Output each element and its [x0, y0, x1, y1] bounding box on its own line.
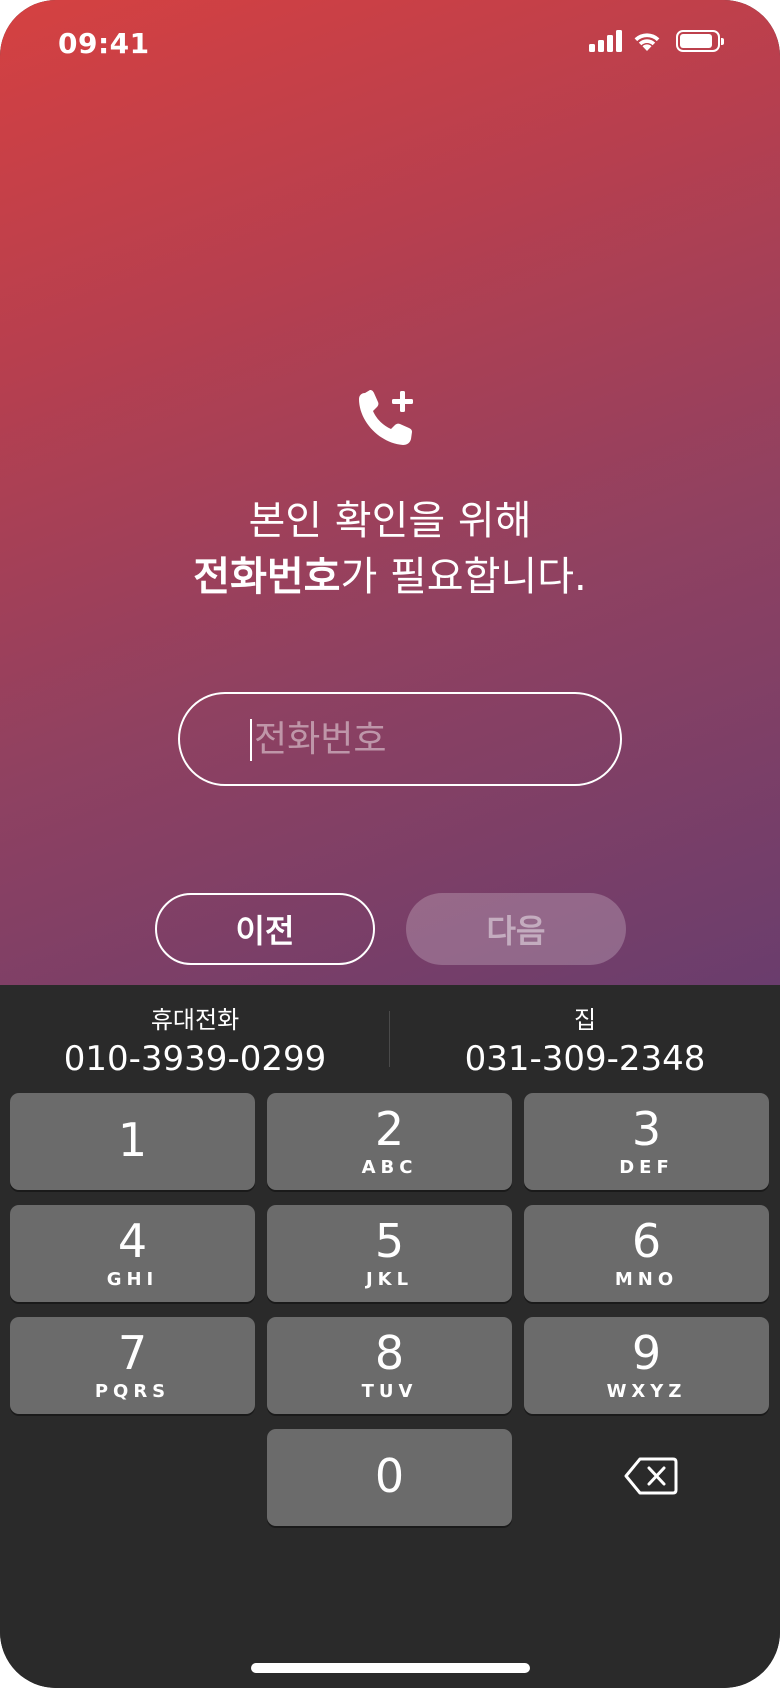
key-6[interactable]: 6 MNO — [524, 1205, 769, 1302]
suggestion-home[interactable]: 집 031-309-2348 — [390, 1005, 780, 1081]
key-digit: 4 — [117, 1214, 148, 1268]
page-title: 본인 확인을 위해 전화번호가 필요합니다. — [0, 493, 780, 605]
key-digit: 1 — [117, 1113, 148, 1167]
suggestion-mobile[interactable]: 휴대전화 010-3939-0299 — [0, 1005, 390, 1081]
key-letters: ABC — [361, 1157, 418, 1178]
cellular-signal-icon — [589, 30, 622, 52]
key-letters: GHI — [106, 1269, 159, 1290]
phone-add-icon — [359, 390, 413, 445]
battery-fill — [680, 34, 712, 48]
status-time: 09:41 — [58, 27, 150, 60]
key-digit: 9 — [631, 1326, 662, 1380]
text-caret — [250, 719, 252, 761]
battery-cap — [721, 38, 724, 45]
key-9[interactable]: 9 WXYZ — [524, 1317, 769, 1414]
key-4[interactable]: 4 GHI — [10, 1205, 255, 1302]
wifi-icon — [634, 33, 660, 51]
suggestion-number: 010-3939-0299 — [63, 1039, 327, 1079]
key-letters: WXYZ — [606, 1381, 687, 1402]
phone-screen: 09:41 본인 확인을 위해 전화번호가 필요합니다. 전화번호 이전 다음 … — [0, 0, 780, 1688]
key-1[interactable]: 1 — [10, 1093, 255, 1190]
status-icons — [589, 30, 724, 52]
key-0[interactable]: 0 — [267, 1429, 512, 1526]
key-2[interactable]: 2 ABC — [267, 1093, 512, 1190]
key-letters: MNO — [614, 1269, 679, 1290]
title-line-1: 본인 확인을 위해 — [248, 498, 532, 544]
key-5[interactable]: 5 JKL — [267, 1205, 512, 1302]
key-7[interactable]: 7 PQRS — [10, 1317, 255, 1414]
phone-number-input[interactable] — [254, 694, 594, 784]
backspace-icon[interactable] — [624, 1456, 678, 1496]
next-button[interactable]: 다음 — [406, 893, 626, 965]
key-digit: 0 — [374, 1449, 405, 1503]
key-digit: 8 — [374, 1326, 405, 1380]
key-digit: 7 — [117, 1326, 148, 1380]
home-indicator[interactable] — [251, 1663, 530, 1673]
hero-background: 09:41 본인 확인을 위해 전화번호가 필요합니다. 전화번호 이전 다음 — [0, 0, 780, 985]
key-digit: 3 — [631, 1102, 662, 1156]
key-digit: 6 — [631, 1214, 662, 1268]
title-line-2-rest: 가 필요합니다. — [340, 554, 587, 600]
title-line-2: 전화번호가 필요합니다. — [0, 549, 780, 605]
key-8[interactable]: 8 TUV — [267, 1317, 512, 1414]
title-emphasis: 전화번호 — [193, 554, 341, 600]
key-letters: TUV — [361, 1381, 418, 1402]
key-3[interactable]: 3 DEF — [524, 1093, 769, 1190]
phone-number-field[interactable] — [178, 692, 622, 786]
key-digit: 2 — [374, 1102, 405, 1156]
previous-button[interactable]: 이전 — [155, 893, 375, 965]
key-letters: DEF — [619, 1157, 674, 1178]
key-letters: PQRS — [94, 1381, 171, 1402]
suggestion-label: 휴대전화 — [150, 1006, 240, 1034]
key-letters: JKL — [365, 1269, 414, 1290]
suggestion-label: 집 — [573, 1006, 597, 1034]
key-digit: 5 — [374, 1214, 405, 1268]
battery-icon — [676, 30, 724, 52]
suggestion-number: 031-309-2348 — [464, 1039, 706, 1079]
